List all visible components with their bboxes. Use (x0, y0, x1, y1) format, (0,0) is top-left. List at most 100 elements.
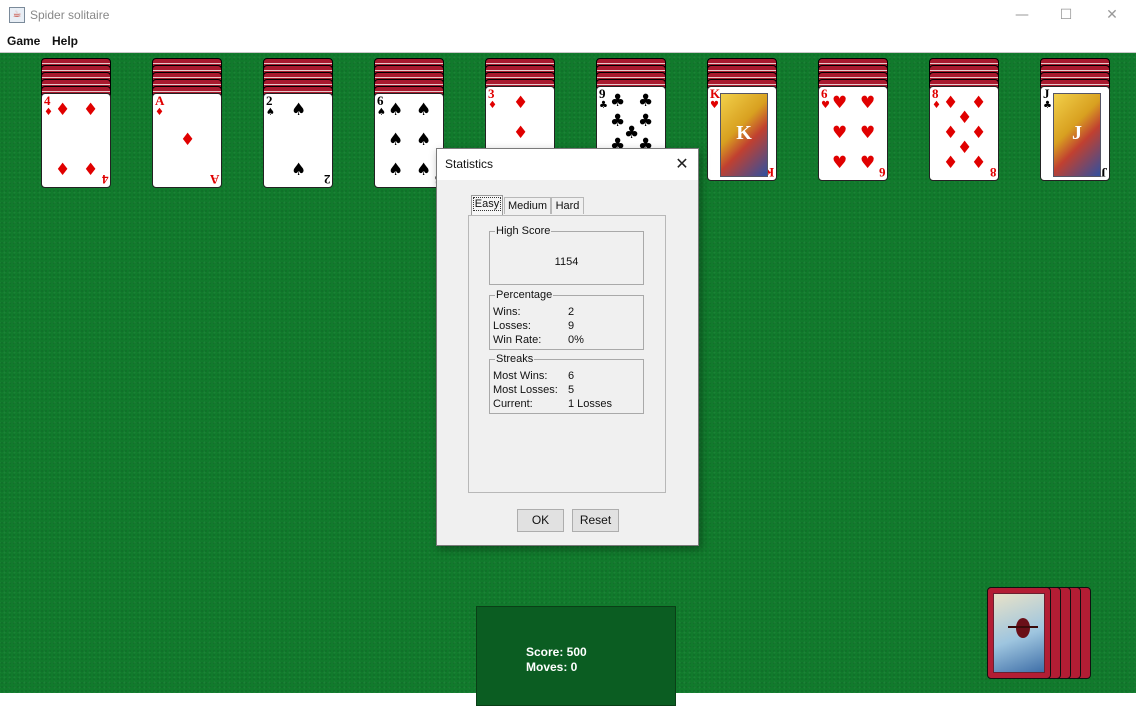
percentage-title: Percentage (495, 288, 554, 302)
card-pip-icon: ♠ (416, 100, 432, 120)
card-pip-icon: ♦ (83, 100, 99, 120)
window-title: Spider solitaire (30, 8, 110, 22)
card-suit-icon: ♣ (1043, 100, 1052, 111)
menu-help[interactable]: Help (52, 34, 78, 48)
card-pip-icon: ♠ (388, 130, 404, 150)
card-pip-icon: ♦ (55, 160, 71, 180)
most-wins-value: 6 (568, 370, 575, 382)
card-pip-icon: ♦ (83, 160, 99, 180)
face-up-card[interactable]: K ♥ K K (707, 86, 777, 181)
moves-text: Moves: 0 (526, 660, 578, 674)
stock-card[interactable] (987, 587, 1051, 679)
most-losses-value: 5 (568, 384, 575, 396)
card-pip-icon: ♦ (180, 130, 196, 150)
face-up-card[interactable]: 4 ♦ 4 ♦ ♦ ♦ ♦ (41, 93, 111, 188)
card-pip-icon: ♣ (638, 91, 654, 111)
maximize-icon[interactable]: ☐ (1043, 0, 1089, 31)
dialog-titlebar: Statistics ✕ (437, 149, 698, 180)
card-pip-icon: ♦ (971, 123, 987, 143)
menu-bar: Game Help (0, 31, 1136, 53)
card-suit-icon: ♥ (821, 100, 830, 111)
window-titlebar: ☕ Spider solitaire — ☐ ✕ (0, 0, 1136, 31)
card-suit-icon: ♥ (710, 100, 719, 111)
card-pip-icon: ♠ (291, 160, 307, 180)
current-streak-label: Current: (493, 398, 533, 410)
streaks-title: Streaks (495, 352, 535, 366)
high-score-group: High Score 1154 (489, 224, 644, 285)
wins-label: Wins: (493, 306, 521, 318)
card-rank-corner: 4 (101, 172, 109, 187)
most-losses-label: Most Losses: (493, 384, 558, 396)
card-pip-icon: ♦ (513, 123, 529, 143)
card-suit-icon: ♦ (488, 100, 497, 111)
card-rank-corner: J (1100, 165, 1108, 180)
dialog-title: Statistics (445, 157, 494, 171)
card-rank: K (710, 86, 721, 101)
tab-medium[interactable]: Medium (504, 197, 551, 214)
card-rank: J (1043, 86, 1050, 101)
card-pip-icon: ♣ (610, 91, 626, 111)
face-card-art: K (720, 93, 768, 177)
card-pip-icon: ♠ (416, 130, 432, 150)
card-pip-icon: ♦ (513, 93, 529, 113)
java-cup-icon: ☕ (9, 7, 25, 23)
card-suit-icon: ♠ (266, 107, 275, 118)
card-rank: 4 (44, 93, 51, 108)
card-pip-icon: ♥ (860, 93, 876, 113)
card-rank: 9 (599, 86, 606, 101)
score-text: Score: 500 (526, 645, 587, 659)
face-card-rank: K (736, 122, 752, 144)
high-score-value: 1154 (554, 256, 579, 268)
card-pip-icon: ♥ (860, 153, 876, 173)
face-up-card[interactable]: J ♣ J J (1040, 86, 1110, 181)
face-up-card[interactable]: 6 ♥ 6 ♥ ♥ ♥ ♥ ♥ ♥ (818, 86, 888, 181)
tab-panel-easy: High Score 1154 Percentage Wins: 2 Losse… (468, 215, 666, 493)
card-pip-icon: ♦ (957, 138, 973, 158)
card-suit-icon: ♦ (44, 107, 53, 118)
face-card-art: J (1053, 93, 1101, 177)
card-rank: 6 (821, 86, 828, 101)
card-pip-icon: ♦ (943, 93, 959, 113)
card-pip-icon: ♦ (943, 123, 959, 143)
high-score-title: High Score (495, 224, 552, 238)
face-up-card[interactable]: 2 ♠ 2 ♠ ♠ (263, 93, 333, 188)
face-up-card[interactable]: 8 ♦ 8 ♦ ♦ ♦ ♦ ♦ ♦ ♦ ♦ (929, 86, 999, 181)
reset-button[interactable]: Reset (572, 509, 619, 532)
spider-icon (1008, 618, 1038, 638)
card-pip-icon: ♦ (971, 93, 987, 113)
card-rank-corner: 6 (878, 165, 886, 180)
percentage-group: Percentage Wins: 2 Losses: 9 Win Rate: 0… (489, 288, 644, 350)
card-pip-icon: ♠ (416, 160, 432, 180)
card-pip-icon: ♦ (971, 153, 987, 173)
face-up-card[interactable]: 6♠6♠♠♠♠♠♠ (374, 93, 444, 188)
tab-hard[interactable]: Hard (551, 197, 584, 214)
card-pip-icon: ♦ (55, 100, 71, 120)
card-suit-icon: ♣ (599, 100, 608, 111)
face-up-card[interactable]: A ♦ A ♦ (152, 93, 222, 188)
statistics-dialog: Statistics ✕ Easy Medium Hard High Score… (436, 148, 699, 546)
card-suit-icon: ♦ (932, 100, 941, 111)
minimize-icon[interactable]: — (999, 0, 1045, 31)
ok-button[interactable]: OK (517, 509, 564, 532)
card-rank: A (155, 93, 165, 108)
menu-game[interactable]: Game (7, 34, 40, 48)
close-icon[interactable]: ✕ (1089, 0, 1135, 31)
win-rate-label: Win Rate: (493, 334, 542, 346)
close-icon[interactable]: ✕ (672, 154, 692, 174)
card-pip-icon: ♣ (638, 111, 654, 131)
card-pip-icon: ♠ (291, 100, 307, 120)
card-suit-icon: ♦ (155, 107, 164, 118)
card-pip-icon: ♠ (388, 100, 404, 120)
card-pip-icon: ♥ (832, 153, 848, 173)
card-pip-icon: ♣ (610, 111, 626, 131)
losses-label: Losses: (493, 320, 531, 332)
card-rank: 6 (377, 93, 384, 108)
wins-value: 2 (568, 306, 575, 318)
card-rank: 2 (266, 93, 273, 108)
card-rank-corner: 8 (989, 165, 997, 180)
current-streak-value: 1 Losses (568, 398, 613, 410)
card-rank-corner: A (209, 172, 219, 187)
score-panel[interactable]: Score: 500 Moves: 0 (476, 606, 676, 706)
tab-easy[interactable]: Easy (471, 195, 503, 215)
card-pip-icon: ♣ (624, 123, 640, 143)
